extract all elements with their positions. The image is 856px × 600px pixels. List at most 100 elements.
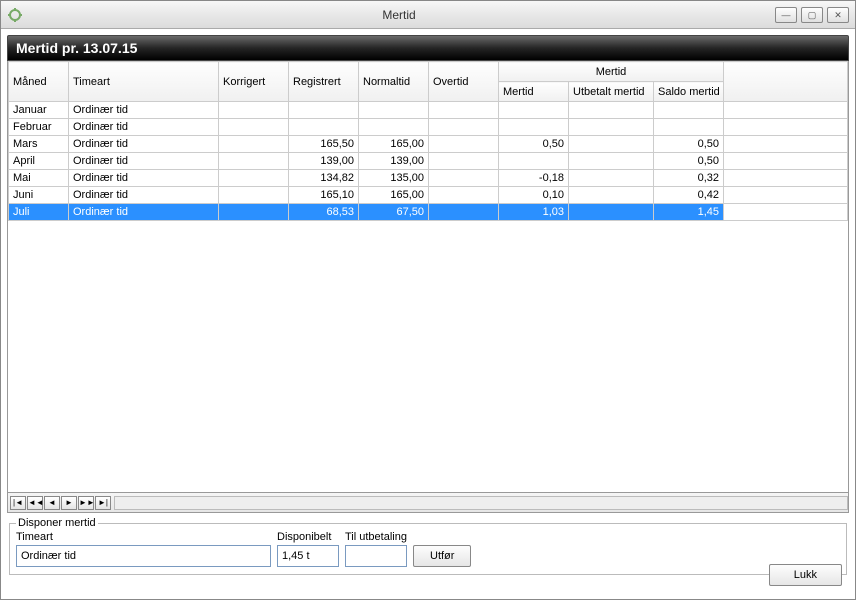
cell-timeart: Ordinær tid — [69, 153, 219, 170]
cell-blank — [724, 153, 848, 170]
cell-timeart: Ordinær tid — [69, 102, 219, 119]
cell-maned: Juli — [9, 204, 69, 221]
col-blank — [724, 62, 848, 102]
cell-maned: Mars — [9, 136, 69, 153]
nav-next-page-icon[interactable]: ►► — [78, 496, 94, 510]
col-maned[interactable]: Måned — [9, 62, 69, 102]
tilutbetaling-label: Til utbetaling — [345, 531, 407, 543]
disponibelt-label: Disponibelt — [277, 531, 339, 543]
cell-blank — [724, 119, 848, 136]
cell-korrigert — [219, 136, 289, 153]
window-title: Mertid — [23, 8, 775, 22]
col-mertid-group[interactable]: Mertid — [499, 62, 724, 82]
table-row[interactable]: FebruarOrdinær tid — [9, 119, 848, 136]
cell-mertid — [499, 102, 569, 119]
tilutbetaling-field[interactable] — [345, 545, 407, 567]
cell-utbetalt — [569, 119, 654, 136]
cell-registrert: 165,10 — [289, 187, 359, 204]
cell-overtid — [429, 170, 499, 187]
disponibelt-field[interactable] — [277, 545, 339, 567]
cell-utbetalt — [569, 136, 654, 153]
page-banner: Mertid pr. 13.07.15 — [7, 35, 849, 61]
cell-korrigert — [219, 204, 289, 221]
col-overtid[interactable]: Overtid — [429, 62, 499, 102]
cell-registrert: 165,50 — [289, 136, 359, 153]
cell-saldo: 0,32 — [654, 170, 724, 187]
table-row[interactable]: JanuarOrdinær tid — [9, 102, 848, 119]
cell-blank — [724, 102, 848, 119]
nav-scroll-track[interactable] — [114, 496, 848, 510]
cell-maned: Mai — [9, 170, 69, 187]
maximize-button[interactable]: ▢ — [801, 7, 823, 23]
cell-registrert: 139,00 — [289, 153, 359, 170]
disponer-legend: Disponer mertid — [16, 517, 98, 529]
grid-header: Måned Timeart Korrigert Registrert Norma… — [9, 62, 848, 102]
cell-registrert: 134,82 — [289, 170, 359, 187]
cell-mertid — [499, 119, 569, 136]
cell-timeart: Ordinær tid — [69, 204, 219, 221]
col-korrigert[interactable]: Korrigert — [219, 62, 289, 102]
cell-utbetalt — [569, 187, 654, 204]
cell-blank — [724, 136, 848, 153]
nav-prev-icon[interactable]: ◄ — [44, 496, 60, 510]
app-icon — [7, 7, 23, 23]
cell-overtid — [429, 153, 499, 170]
timeart-field[interactable] — [16, 545, 271, 567]
minimize-button[interactable]: — — [775, 7, 797, 23]
close-button[interactable]: ✕ — [827, 7, 849, 23]
cell-maned: April — [9, 153, 69, 170]
lukk-button[interactable]: Lukk — [769, 564, 842, 586]
col-timeart[interactable]: Timeart — [69, 62, 219, 102]
table-row[interactable]: JuliOrdinær tid68,5367,501,031,45 — [9, 204, 848, 221]
grid-body: JanuarOrdinær tidFebruarOrdinær tidMarsO… — [9, 102, 848, 221]
cell-normaltid: 139,00 — [359, 153, 429, 170]
cell-utbetalt — [569, 170, 654, 187]
cell-mertid — [499, 153, 569, 170]
cell-saldo — [654, 102, 724, 119]
nav-last-icon[interactable]: ►| — [95, 496, 111, 510]
nav-first-icon[interactable]: |◄ — [10, 496, 26, 510]
cell-blank — [724, 187, 848, 204]
table-row[interactable]: AprilOrdinær tid 139,00139,00 0,50 — [9, 153, 848, 170]
table-row[interactable]: MarsOrdinær tid165,50165,000,500,50 — [9, 136, 848, 153]
cell-normaltid: 135,00 — [359, 170, 429, 187]
cell-normaltid — [359, 102, 429, 119]
cell-blank — [724, 204, 848, 221]
cell-normaltid — [359, 119, 429, 136]
cell-mertid: 0,50 — [499, 136, 569, 153]
cell-saldo: 1,45 — [654, 204, 724, 221]
cell-timeart: Ordinær tid — [69, 170, 219, 187]
cell-korrigert — [219, 153, 289, 170]
timeart-label: Timeart — [16, 531, 271, 543]
titlebar: Mertid — ▢ ✕ — [1, 1, 855, 29]
cell-saldo: 0,42 — [654, 187, 724, 204]
cell-overtid — [429, 119, 499, 136]
table-row[interactable]: JuniOrdinær tid165,10165,000,100,42 — [9, 187, 848, 204]
cell-timeart: Ordinær tid — [69, 119, 219, 136]
grid-navigator: |◄ ◄◄ ◄ ► ►► ►| — [7, 493, 849, 513]
cell-timeart: Ordinær tid — [69, 136, 219, 153]
utfor-button[interactable]: Utfør — [413, 545, 471, 567]
cell-blank — [724, 170, 848, 187]
cell-saldo — [654, 119, 724, 136]
cell-korrigert — [219, 170, 289, 187]
col-saldo-mertid[interactable]: Saldo mertid — [654, 82, 724, 102]
cell-utbetalt — [569, 102, 654, 119]
col-normaltid[interactable]: Normaltid — [359, 62, 429, 102]
col-mertid[interactable]: Mertid — [499, 82, 569, 102]
grid-empty-area — [8, 221, 848, 492]
cell-registrert: 68,53 — [289, 204, 359, 221]
cell-maned: Januar — [9, 102, 69, 119]
cell-maned: Februar — [9, 119, 69, 136]
cell-saldo: 0,50 — [654, 153, 724, 170]
nav-next-icon[interactable]: ► — [61, 496, 77, 510]
table-row[interactable]: MaiOrdinær tid 134,82135,00 -0,18 0,32 — [9, 170, 848, 187]
cell-korrigert — [219, 119, 289, 136]
col-registrert[interactable]: Registrert — [289, 62, 359, 102]
cell-mertid: 0,10 — [499, 187, 569, 204]
cell-normaltid: 67,50 — [359, 204, 429, 221]
nav-prev-page-icon[interactable]: ◄◄ — [27, 496, 43, 510]
cell-normaltid: 165,00 — [359, 187, 429, 204]
cell-mertid: -0,18 — [499, 170, 569, 187]
col-utbetalt-mertid[interactable]: Utbetalt mertid — [569, 82, 654, 102]
